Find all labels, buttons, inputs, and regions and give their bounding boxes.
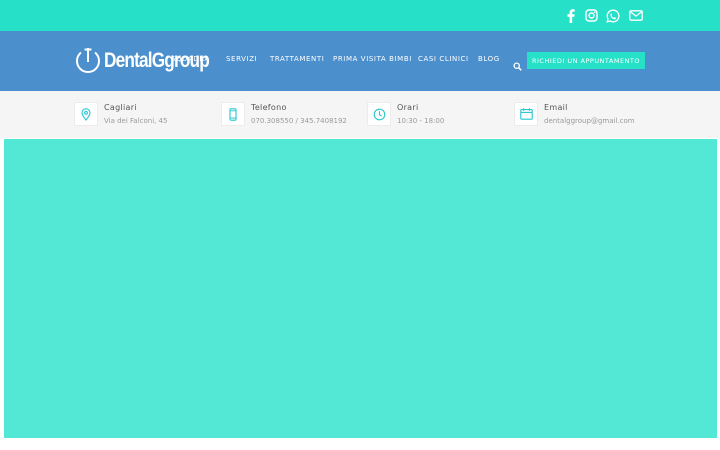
info-title: Telefono xyxy=(251,103,287,112)
info-item-email: Email dentalggroup@gmail.com xyxy=(514,102,635,126)
info-title: Cagliari xyxy=(104,103,137,112)
info-address: Via dei Falconi, 45 xyxy=(104,117,168,125)
top-bar xyxy=(0,0,720,31)
info-hours: 10:30 - 18:00 xyxy=(397,117,445,125)
hero-banner xyxy=(4,139,717,438)
info-bar: Cagliari Via dei Falconi, 45 Telefono 07… xyxy=(0,91,720,138)
instagram-icon[interactable] xyxy=(584,7,598,24)
info-item-location: Cagliari Via dei Falconi, 45 xyxy=(74,102,168,126)
whatsapp-icon[interactable] xyxy=(606,7,620,24)
calendar-icon xyxy=(514,102,538,126)
tooth-logo-icon xyxy=(76,48,100,73)
nav-item-blog[interactable]: BLOG xyxy=(478,55,500,63)
nav-item-trattamenti[interactable]: TRATTAMENTI xyxy=(270,55,324,63)
info-phone-numbers[interactable]: 070.308550 / 345.7408192 xyxy=(251,116,347,126)
smartphone-icon xyxy=(221,102,245,126)
facebook-icon[interactable] xyxy=(566,7,576,24)
info-title: Orari xyxy=(397,103,419,112)
info-title: Email xyxy=(544,103,568,112)
location-pin-icon xyxy=(74,102,98,126)
info-item-phone: Telefono 070.308550 / 345.7408192 xyxy=(221,102,347,126)
main-header: DentalGgroup SQUADRA SERVIZI TRATTAMENTI… xyxy=(0,31,720,91)
nav-item-prima-visita-bimbi[interactable]: PRIMA VISITA BIMBI xyxy=(333,55,412,63)
nav-item-casi-clinici[interactable]: CASI CLINICI xyxy=(418,55,469,63)
clock-icon xyxy=(367,102,391,126)
envelope-icon[interactable] xyxy=(629,7,643,24)
info-item-hours: Orari 10:30 - 18:00 xyxy=(367,102,444,126)
info-email-address[interactable]: dentalggroup@gmail.com xyxy=(544,116,635,126)
book-appointment-button[interactable]: RICHIEDI UN APPUNTAMENTO xyxy=(527,52,645,69)
search-icon[interactable] xyxy=(513,56,522,71)
nav-item-squadra[interactable]: SQUADRA xyxy=(171,55,210,63)
nav-item-servizi[interactable]: SERVIZI xyxy=(226,55,257,63)
